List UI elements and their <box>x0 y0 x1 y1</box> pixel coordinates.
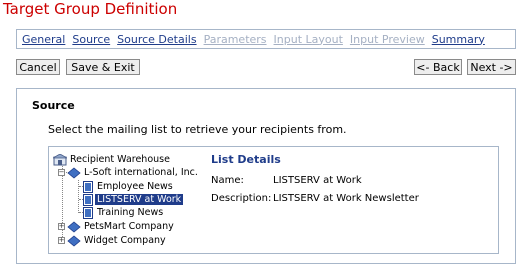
tab-source-details[interactable]: Source Details <box>117 33 196 46</box>
instruction-text: Select the mailing list to retrieve your… <box>48 123 347 136</box>
tree-label-root: Recipient Warehouse <box>70 154 170 165</box>
name-value: LISTSERV at Work <box>273 175 362 186</box>
expand-icon[interactable]: + <box>58 223 65 230</box>
list-details-title: List Details <box>211 153 281 166</box>
company-icon <box>67 220 81 233</box>
description-label: Description: <box>211 193 272 204</box>
list-selector: Recipient Warehouse − L-Soft internation… <box>48 146 499 254</box>
wizard-tab-bar: General Source Source Details Parameters… <box>16 29 516 49</box>
list-icon <box>83 193 93 206</box>
warehouse-icon <box>53 153 67 165</box>
tab-summary[interactable]: Summary <box>432 33 485 46</box>
collapse-icon[interactable]: − <box>58 169 65 176</box>
tree-node-root[interactable]: Recipient Warehouse <box>53 153 170 166</box>
next-button[interactable]: Next -> <box>467 59 516 75</box>
save-exit-button[interactable]: Save & Exit <box>66 59 140 75</box>
tree-node-company-lsoft[interactable]: − L-Soft international, Inc. <box>58 166 198 179</box>
tree-node-list[interactable]: Employee News <box>83 180 173 193</box>
tree-label-list-selected: LISTSERV at Work <box>95 194 184 205</box>
company-icon <box>67 166 81 179</box>
description-value: LISTSERV at Work Newsletter <box>273 193 419 204</box>
cancel-button[interactable]: Cancel <box>16 59 60 75</box>
page-title: Target Group Definition <box>3 0 178 18</box>
tree-node-list[interactable]: Training News <box>83 206 163 219</box>
tab-general[interactable]: General <box>22 33 65 46</box>
tab-parameters: Parameters <box>203 32 267 46</box>
name-label: Name: <box>211 175 244 186</box>
tree-node-company-widget[interactable]: + Widget Company <box>58 234 166 247</box>
tab-source[interactable]: Source <box>72 33 110 46</box>
section-title: Source <box>32 99 75 112</box>
tree-label-list: Employee News <box>97 181 173 192</box>
list-icon <box>83 206 93 219</box>
expand-icon[interactable]: + <box>58 237 65 244</box>
tree-label-company: PetsMart Company <box>84 221 174 232</box>
mailing-list-tree: Recipient Warehouse − L-Soft internation… <box>53 153 213 253</box>
tab-input-preview: Input Preview <box>349 32 425 46</box>
tree-label-company: Widget Company <box>84 235 166 246</box>
back-button[interactable]: <- Back <box>414 59 462 75</box>
list-icon <box>83 180 93 193</box>
company-icon <box>67 234 81 247</box>
tree-label-company: L-Soft international, Inc. <box>84 167 198 178</box>
tree-label-list: Training News <box>97 207 164 218</box>
tab-input-layout: Input Layout <box>273 32 343 46</box>
tree-node-company-petsmart[interactable]: + PetsMart Company <box>58 220 174 233</box>
source-panel: Source Select the mailing list to retrie… <box>16 88 516 264</box>
tree-node-list-selected[interactable]: LISTSERV at Work <box>83 193 184 206</box>
